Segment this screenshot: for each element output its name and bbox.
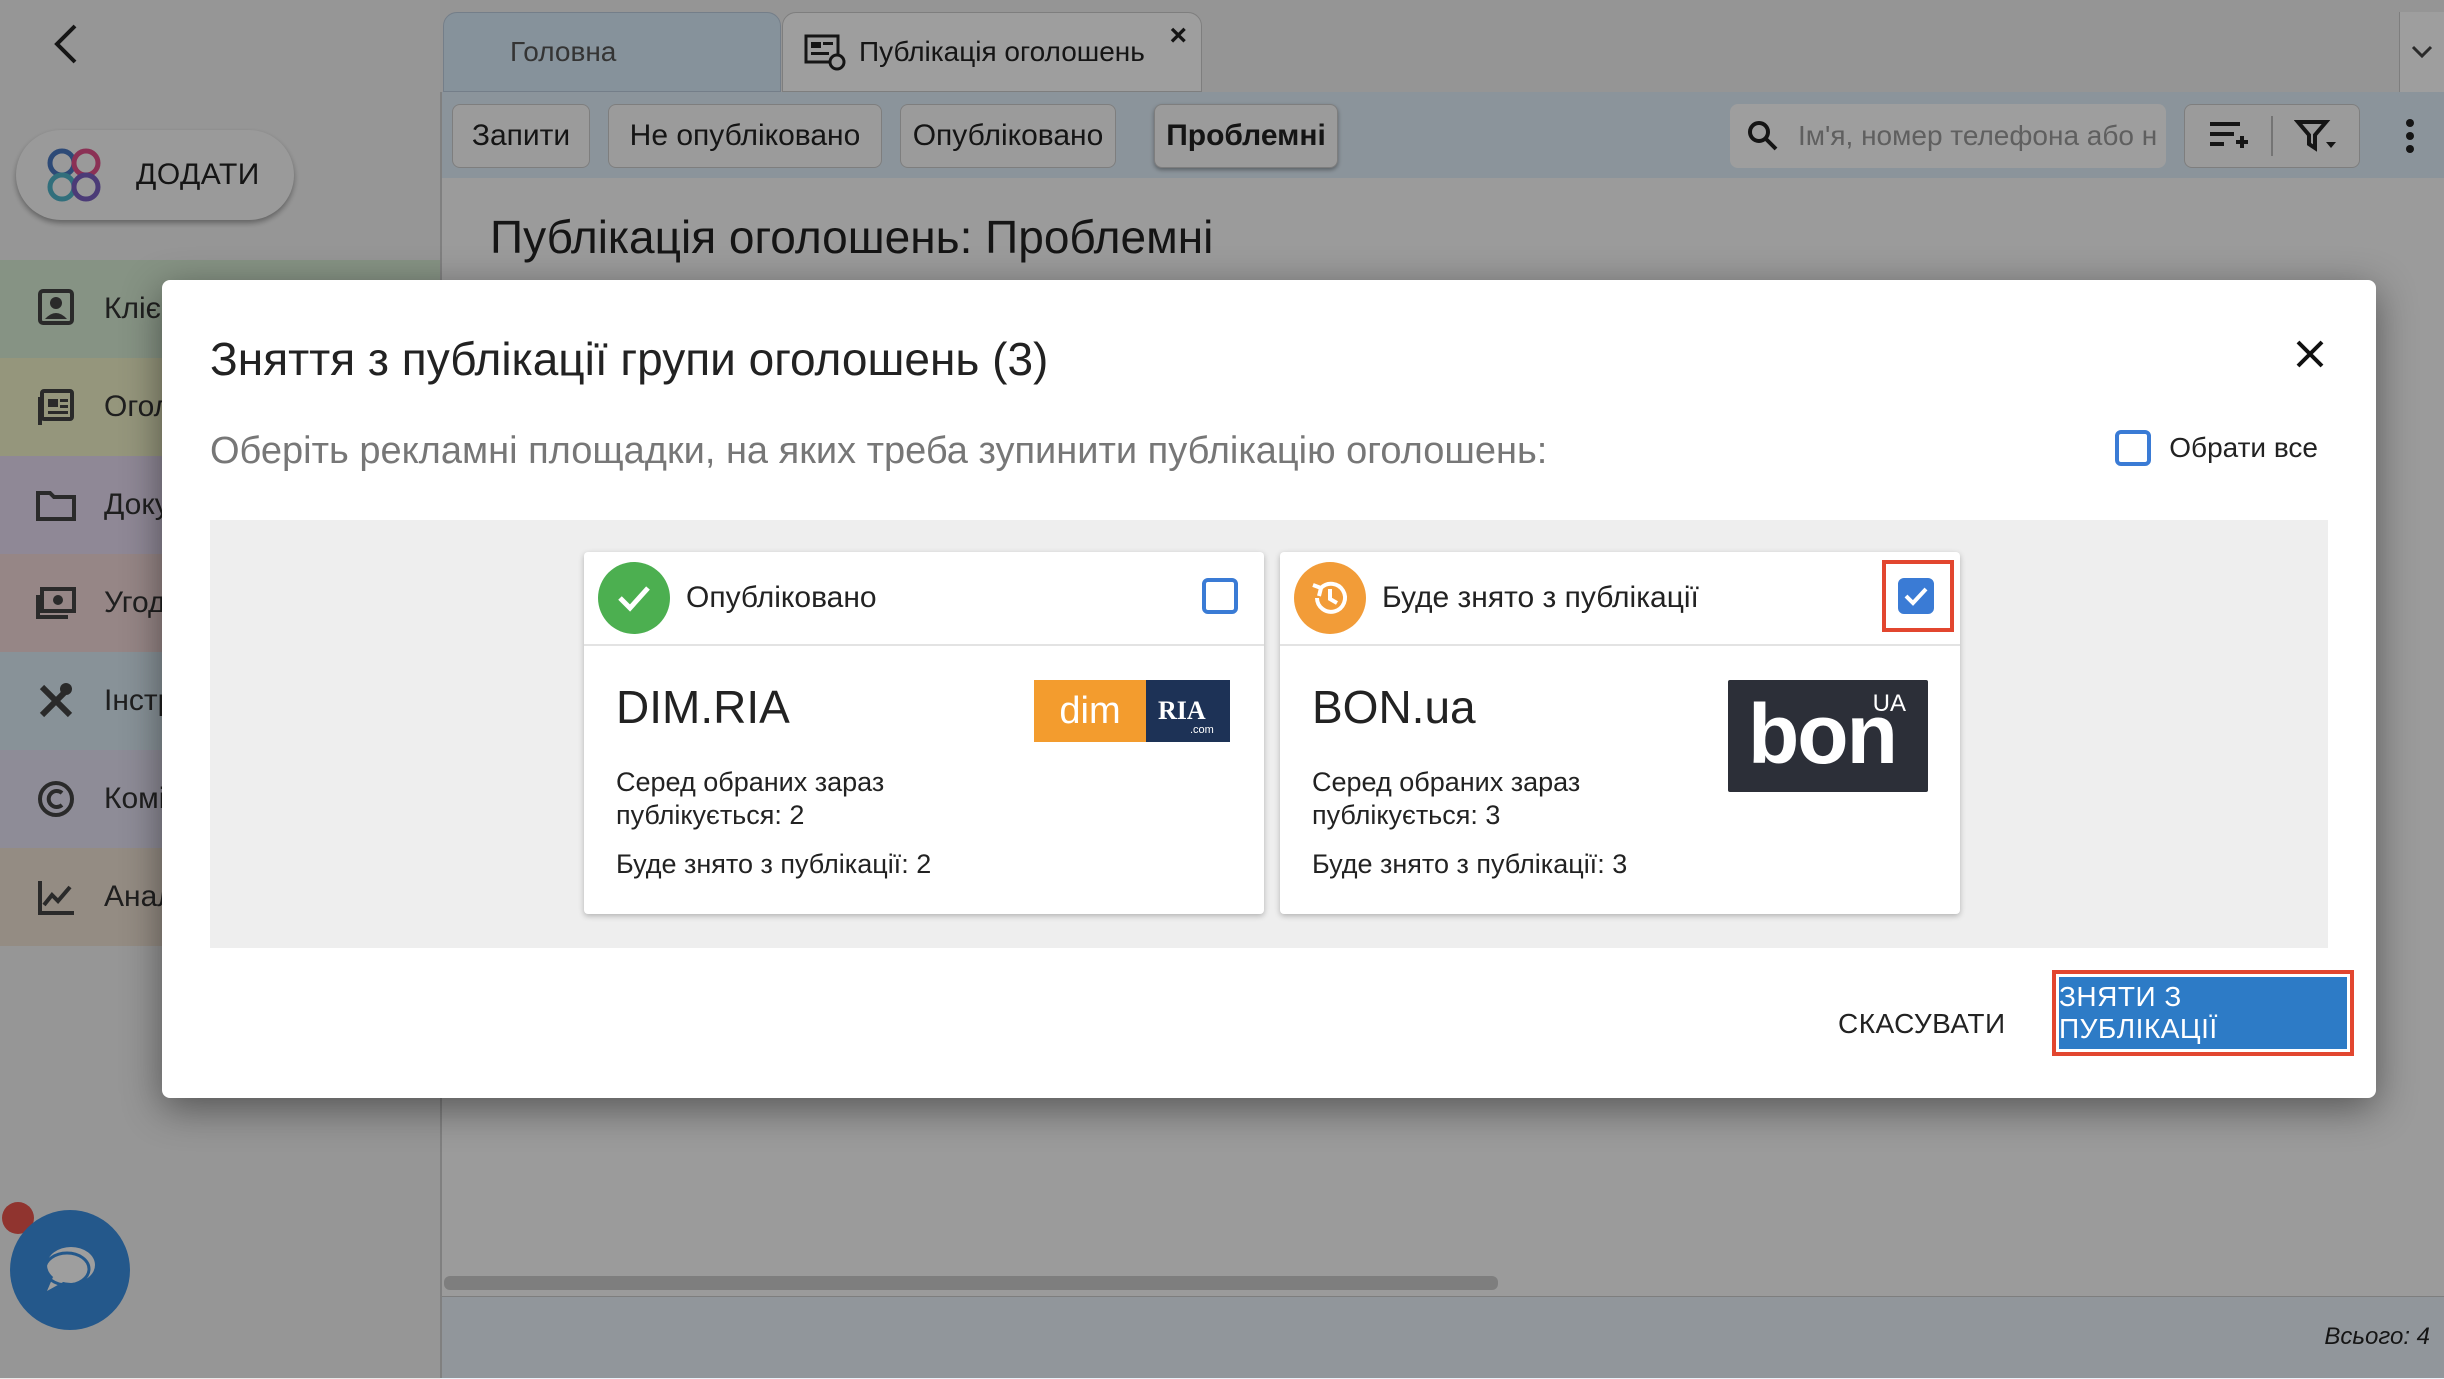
checkmark-icon (1904, 587, 1928, 606)
dialog-close-button[interactable] (2286, 330, 2334, 378)
removing-count: Буде знято з публікації: 3 (1312, 849, 1628, 879)
select-all-checkbox[interactable] (2115, 430, 2152, 466)
card-header: Буде знято з публікації (1280, 552, 1960, 646)
publishing-line-1: Серед обраних зараз (616, 767, 885, 797)
dialog-title: Зняття з публікації групи оголошень (3) (210, 333, 1049, 385)
platform-card-dimria: Опубліковано DIM.RIA dim RIA .com Серед … (584, 552, 1264, 914)
publishing-count: Серед обраних зараз публікується: 2 (616, 766, 884, 832)
logo-ria-part: RIA .com (1146, 680, 1230, 742)
bonua-logo: bon UA (1728, 680, 1928, 792)
logo-ria-domain: .com (1190, 724, 1214, 736)
platform-name: BON.ua (1312, 681, 1476, 733)
dialog-subtitle: Оберіть рекламні площадки, на яких треба… (210, 430, 1548, 472)
cancel-button[interactable]: СКАСУВАТИ (1838, 992, 2006, 1056)
select-all-label: Обрати все (2169, 432, 2318, 463)
logo-ria-text: RIA (1158, 696, 1206, 725)
published-status-icon (598, 562, 670, 634)
platforms-area: Опубліковано DIM.RIA dim RIA .com Серед … (210, 520, 2328, 948)
dimria-logo: dim RIA .com (1034, 680, 1230, 742)
unpublish-button-frame: ЗНЯТИ З ПУБЛІКАЦІЇ (2052, 970, 2354, 1056)
publishing-count: Серед обраних зараз публікується: 3 (1312, 766, 1580, 832)
select-all-control[interactable]: Обрати все (2115, 430, 2318, 466)
card-status-label: Буде знято з публікації (1382, 581, 1699, 614)
platform-name: DIM.RIA (616, 681, 790, 733)
logo-ua-badge: UA (1872, 690, 1906, 717)
logo-dim-part: dim (1034, 680, 1146, 742)
pending-removal-status-icon (1294, 562, 1366, 634)
history-icon (1312, 581, 1347, 614)
publishing-line-1: Серед обраних зараз (1312, 767, 1581, 797)
check-icon (618, 586, 650, 612)
unpublish-button[interactable]: ЗНЯТИ З ПУБЛІКАЦІЇ (2059, 977, 2347, 1049)
close-icon (2296, 340, 2324, 368)
platform-card-bonua: Буде знято з публікації BON.ua bon UA Се… (1280, 552, 1960, 914)
publishing-line-2: публікується: 3 (1312, 800, 1501, 830)
publishing-line-2: публікується: 2 (616, 800, 805, 830)
card-status-label: Опубліковано (686, 581, 877, 614)
removing-count: Буде знято з публікації: 2 (616, 849, 932, 879)
platform-checkbox-bonua[interactable] (1898, 578, 1934, 614)
card-header: Опубліковано (584, 552, 1264, 646)
unpublish-dialog: Зняття з публікації групи оголошень (3) … (162, 280, 2376, 1098)
platform-checkbox-dimria[interactable] (1202, 578, 1238, 614)
